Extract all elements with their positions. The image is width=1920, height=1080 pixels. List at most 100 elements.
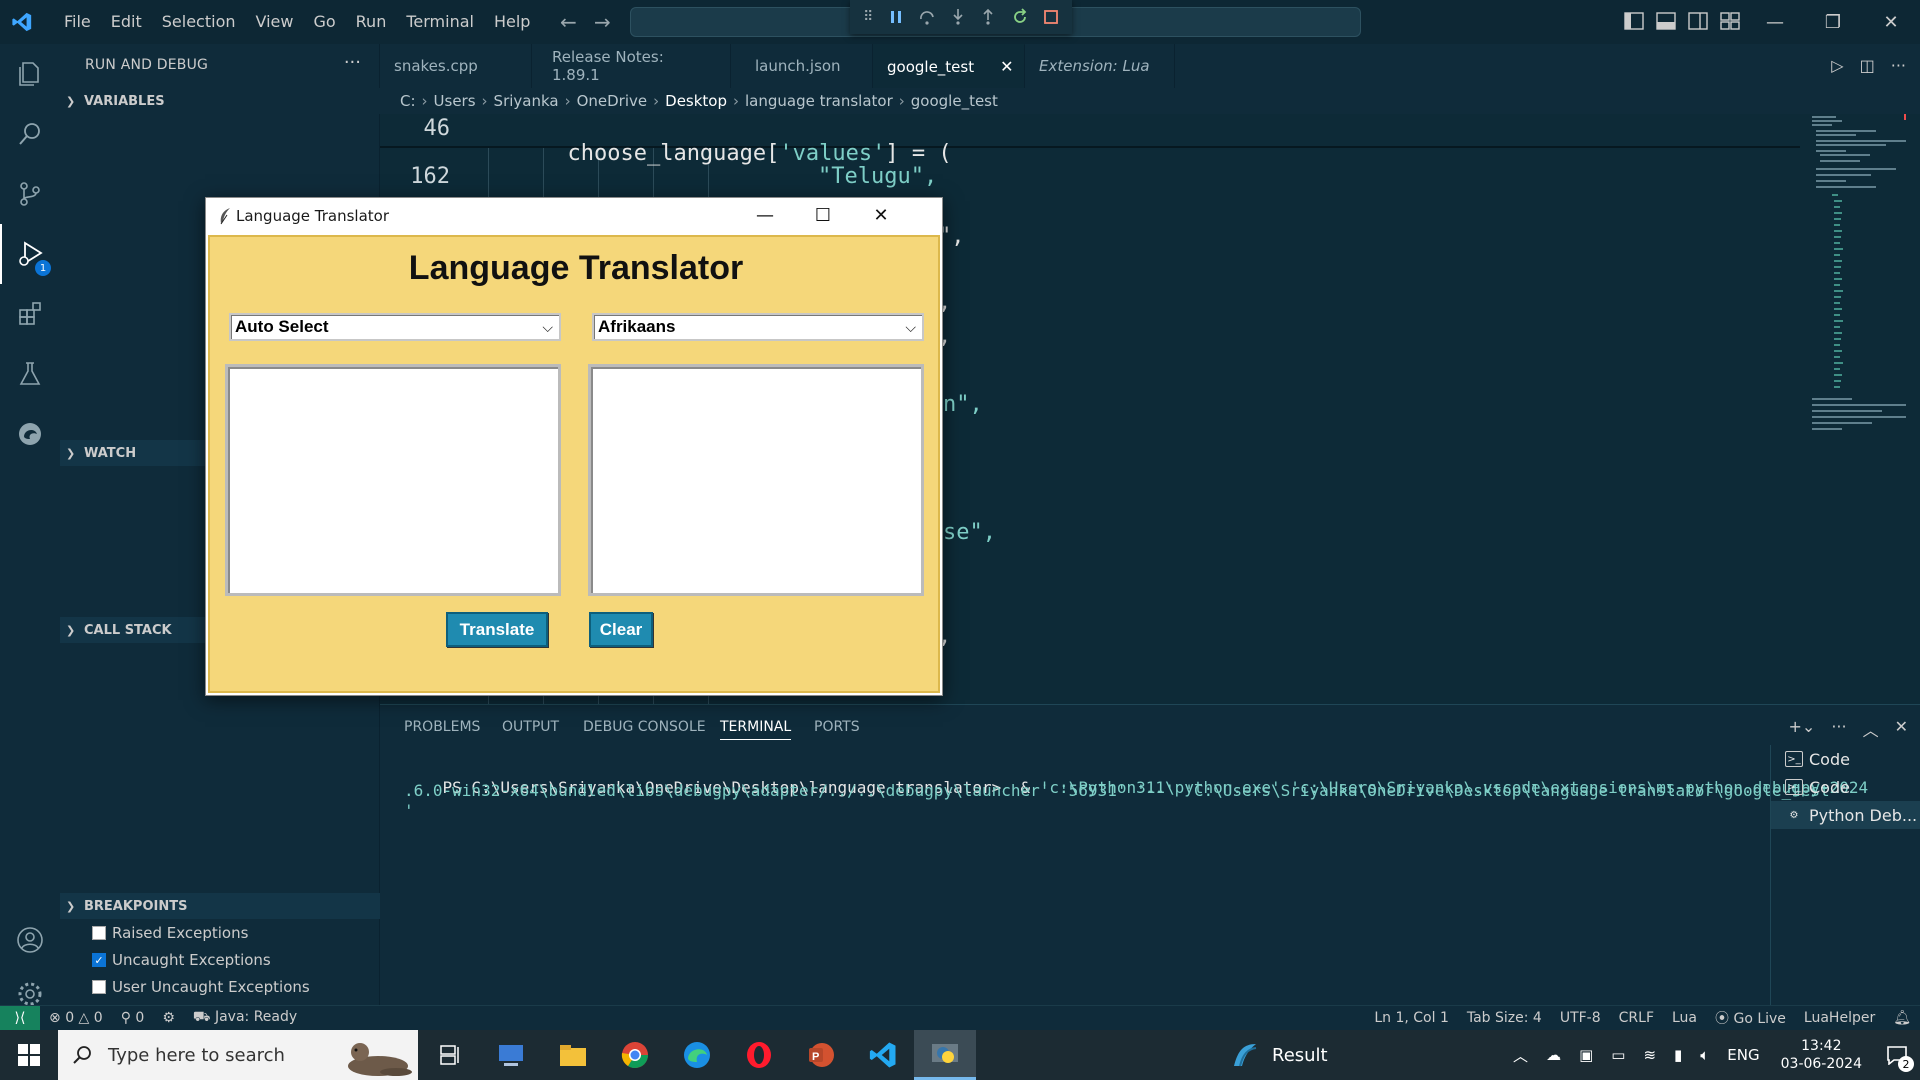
pause-icon[interactable]	[888, 9, 904, 25]
restart-icon[interactable]	[1011, 8, 1029, 26]
testing-icon[interactable]	[0, 344, 60, 404]
chrome-icon[interactable]	[604, 1030, 666, 1080]
close-tab-icon[interactable]: ✕	[1000, 57, 1013, 76]
tab-debug-console[interactable]: DEBUG CONSOLE	[583, 719, 706, 735]
python-tk-taskbar-icon[interactable]	[914, 1030, 976, 1080]
customize-layout-icon[interactable]	[1720, 12, 1740, 30]
run-debug-icon[interactable]: 1	[0, 224, 60, 284]
checkbox[interactable]	[92, 926, 106, 940]
menu-run[interactable]: Run	[346, 0, 397, 44]
display-icon[interactable]: ▭	[1602, 1046, 1634, 1064]
taskbar-search-box[interactable]: Type here to search	[58, 1030, 418, 1080]
notifications-bell-icon[interactable]: 🔔︎	[1884, 1010, 1920, 1026]
breadcrumb-item[interactable]: google_test	[911, 92, 998, 110]
menu-help[interactable]: Help	[484, 0, 540, 44]
explorer-icon[interactable]	[0, 44, 60, 104]
breadcrumb-item[interactable]: Desktop	[665, 92, 727, 110]
volume-icon[interactable]: 🔈︎	[1691, 1046, 1718, 1064]
source-text-area[interactable]	[225, 364, 561, 596]
maximize-panel-icon[interactable]: ︿	[1863, 717, 1879, 741]
menu-selection[interactable]: Selection	[152, 0, 246, 44]
window-title-bar[interactable]: Language Translator — ☐ ✕	[206, 198, 942, 233]
minimize-icon[interactable]: —	[1746, 0, 1804, 44]
minimize-icon[interactable]: —	[736, 198, 794, 233]
source-control-icon[interactable]	[0, 164, 60, 224]
toggle-sidebar-icon[interactable]	[1624, 12, 1644, 30]
tab-google-test[interactable]: google_test ✕	[873, 44, 1025, 88]
step-over-icon[interactable]	[918, 8, 936, 26]
maximize-icon[interactable]: ☐	[794, 198, 852, 233]
onedrive-cloud-icon[interactable]: ☁	[1537, 1046, 1570, 1064]
debug-status-icon[interactable]: ⚙	[153, 1010, 184, 1026]
tab-size[interactable]: Tab Size: 4	[1458, 1010, 1551, 1026]
step-out-icon[interactable]	[980, 8, 996, 26]
tab-launch-json[interactable]: launch.json	[731, 44, 873, 88]
battery-icon[interactable]: ▮	[1665, 1046, 1691, 1064]
more-actions-icon[interactable]: ···	[344, 52, 361, 73]
menu-view[interactable]: View	[246, 0, 304, 44]
breadcrumb-item[interactable]: Sriyanka	[494, 92, 559, 110]
windows-start-icon[interactable]	[0, 1030, 58, 1080]
problems-status[interactable]: ⊗ 0 △ 0	[40, 1010, 112, 1026]
clear-button[interactable]: Clear	[589, 612, 653, 647]
tab-extension-lua[interactable]: Extension: Lua	[1025, 44, 1175, 88]
forward-arrow-icon[interactable]: →	[594, 10, 611, 34]
breadcrumb-item[interactable]: language translator	[745, 92, 893, 110]
accounts-icon[interactable]	[0, 910, 60, 970]
chevron-up-icon[interactable]: ︿	[1504, 1045, 1537, 1066]
close-icon[interactable]: ✕	[1862, 0, 1920, 44]
end-of-line[interactable]: CRLF	[1610, 1010, 1663, 1026]
breakpoint-user-uncaught-exceptions[interactable]: User Uncaught Exceptions	[92, 978, 310, 996]
menu-terminal[interactable]: Terminal	[396, 0, 484, 44]
new-terminal-icon[interactable]: +⌄	[1789, 717, 1816, 741]
variables-section-header[interactable]: ❯ VARIABLES	[60, 88, 380, 114]
file-explorer-icon[interactable]	[542, 1030, 604, 1080]
opera-icon[interactable]	[728, 1030, 790, 1080]
stop-icon[interactable]	[1043, 9, 1059, 25]
language-indicator[interactable]: ENG	[1718, 1046, 1768, 1064]
menu-edit[interactable]: Edit	[101, 0, 152, 44]
go-live[interactable]: ⦿ Go Live	[1706, 1008, 1795, 1028]
minimap[interactable]	[1796, 114, 1906, 514]
close-panel-icon[interactable]: ✕	[1895, 717, 1908, 741]
cursor-position[interactable]: Ln 1, Col 1	[1365, 1010, 1458, 1026]
back-arrow-icon[interactable]: ←	[560, 10, 577, 34]
checkbox-checked[interactable]: ✓	[92, 953, 106, 967]
close-icon[interactable]: ✕	[852, 198, 910, 233]
tab-snakes-cpp[interactable]: snakes.cpp	[380, 44, 532, 88]
remote-icon[interactable]: ⟩⟨	[0, 1005, 40, 1031]
tab-problems[interactable]: PROBLEMS	[404, 719, 480, 735]
language-mode[interactable]: Lua	[1663, 1010, 1706, 1026]
translated-text-area[interactable]	[588, 364, 924, 596]
encoding[interactable]: UTF-8	[1551, 1010, 1610, 1026]
tab-terminal[interactable]: TERMINAL	[720, 719, 792, 740]
run-icon[interactable]: ▷	[1831, 56, 1843, 75]
more-actions-icon[interactable]: ···	[1891, 56, 1906, 75]
breadcrumb-item[interactable]: Users	[434, 92, 476, 110]
drag-handle-icon[interactable]: ⠿	[863, 9, 873, 25]
luahelper[interactable]: LuaHelper	[1795, 1010, 1884, 1026]
breakpoint-raised-exceptions[interactable]: Raised Exceptions	[92, 924, 248, 942]
breakpoint-uncaught-exceptions[interactable]: ✓ Uncaught Exceptions	[92, 951, 271, 969]
weather-widget[interactable]: Result	[1230, 1030, 1328, 1080]
split-editor-icon[interactable]: ◫	[1860, 56, 1875, 75]
toggle-secondary-sidebar-icon[interactable]	[1688, 12, 1708, 30]
edge-icon[interactable]	[666, 1030, 728, 1080]
more-actions-icon[interactable]: ···	[1831, 717, 1846, 741]
tab-release-notes[interactable]: Release Notes: 1.89.1	[532, 44, 731, 88]
toggle-panel-icon[interactable]	[1656, 12, 1676, 30]
breadcrumb-item[interactable]: C:	[400, 92, 416, 110]
tab-ports[interactable]: PORTS	[814, 719, 860, 735]
sticky-scroll-header[interactable]: 46 choose_language['values'] = (	[380, 114, 1800, 166]
target-language-select[interactable]: Afrikaans ⌵	[592, 313, 924, 341]
source-language-select[interactable]: Auto Select ⌵	[229, 313, 561, 341]
terminal-item[interactable]: ⚙ Python Deb...	[1771, 801, 1920, 829]
wifi-icon[interactable]: ≋	[1634, 1046, 1665, 1064]
translate-button[interactable]: Translate	[446, 612, 548, 647]
terminal-item[interactable]: >_ Code	[1771, 745, 1920, 773]
menu-file[interactable]: File	[54, 0, 101, 44]
powerpoint-icon[interactable]: P	[790, 1030, 852, 1080]
ports-status[interactable]: ⚲ 0	[112, 1010, 154, 1026]
breadcrumb-item[interactable]: OneDrive	[577, 92, 648, 110]
clock[interactable]: 13:42 03-06-2024	[1769, 1037, 1874, 1073]
